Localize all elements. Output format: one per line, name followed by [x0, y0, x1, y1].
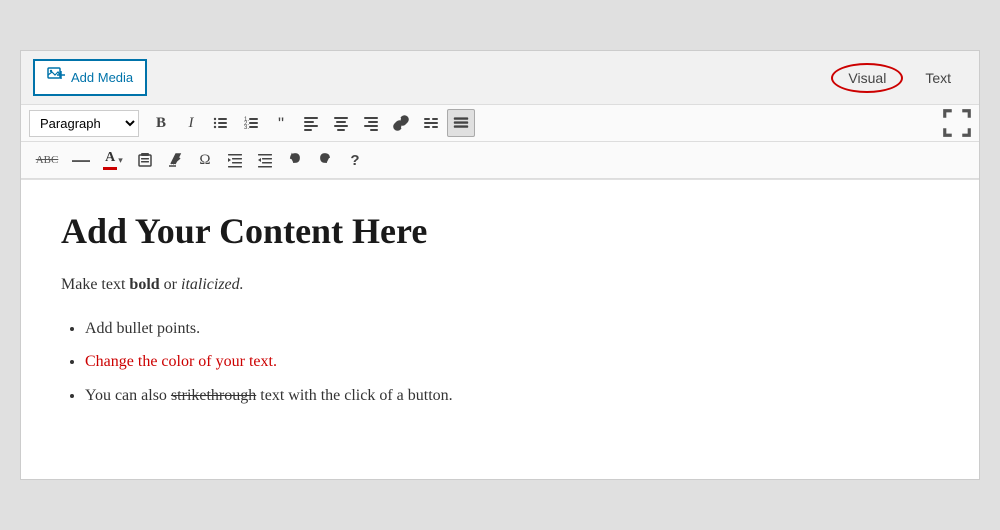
help-icon: ?	[350, 152, 359, 169]
bullet3-prefix: You can also	[85, 387, 171, 404]
clear-formatting-button[interactable]	[161, 146, 189, 174]
bold-icon: B	[156, 115, 166, 132]
blockquote-icon: "	[278, 115, 284, 132]
align-center-button[interactable]	[327, 109, 355, 137]
align-right-icon	[363, 115, 379, 131]
undo-button[interactable]	[281, 146, 309, 174]
special-chars-icon: Ω	[199, 152, 210, 169]
paragraph-select[interactable]: Paragraph Heading 1 Heading 2 Heading 3 …	[29, 110, 139, 137]
list-item-1: Add bullet points.	[85, 316, 939, 342]
read-more-button[interactable]	[417, 109, 445, 137]
indent-icon	[227, 152, 243, 168]
tab-group: Visual Text	[831, 63, 967, 93]
text-color-icon: A	[103, 150, 117, 170]
paragraph-text-2: or	[160, 276, 181, 293]
toolbar-row-2: ABC — A ▾ Ω	[21, 142, 979, 179]
text-color-button[interactable]: A ▾	[97, 146, 129, 174]
link-icon	[393, 115, 409, 131]
list-item-3: You can also strikethrough text with the…	[85, 383, 939, 409]
unordered-list-button[interactable]	[207, 109, 235, 137]
align-center-icon	[333, 115, 349, 131]
top-bar: Add Media Visual Text	[21, 51, 979, 105]
content-paragraph: Make text bold or italicized.	[61, 272, 939, 298]
content-list: Add bullet points. Change the color of y…	[85, 316, 939, 409]
svg-text:3.: 3.	[244, 125, 249, 131]
text-color-dropdown-arrow: ▾	[118, 155, 123, 166]
paste-plain-button[interactable]	[131, 146, 159, 174]
toolbar-toggle-button[interactable]	[447, 109, 475, 137]
strikethrough-icon: ABC	[36, 154, 59, 166]
ordered-list-button[interactable]: 1.2.3.	[237, 109, 265, 137]
indent-button[interactable]	[221, 146, 249, 174]
undo-icon	[287, 152, 303, 168]
horizontal-rule-icon: —	[72, 150, 90, 171]
read-more-icon	[423, 115, 439, 131]
redo-button[interactable]	[311, 146, 339, 174]
horizontal-rule-button[interactable]: —	[67, 146, 95, 174]
bullet3-suffix: text with the click of a button.	[256, 387, 452, 404]
toolbar-toggle-icon	[453, 115, 469, 131]
add-media-button[interactable]: Add Media	[33, 59, 147, 96]
outdent-icon	[257, 152, 273, 168]
paste-plain-icon	[137, 152, 153, 168]
link-button[interactable]	[387, 109, 415, 137]
special-chars-button[interactable]: Ω	[191, 146, 219, 174]
tab-visual[interactable]: Visual	[831, 63, 903, 93]
strikethrough-button[interactable]: ABC	[29, 146, 65, 174]
align-left-icon	[303, 115, 319, 131]
toolbar-row-1: Paragraph Heading 1 Heading 2 Heading 3 …	[21, 105, 979, 142]
italic-word: italicized.	[181, 276, 244, 293]
clear-formatting-icon	[167, 152, 183, 168]
add-media-icon	[47, 67, 65, 88]
bold-word: bold	[129, 276, 159, 293]
italic-button[interactable]: I	[177, 109, 205, 137]
strikethrough-word: strikethrough	[171, 387, 256, 404]
add-media-label: Add Media	[71, 70, 133, 85]
bold-button[interactable]: B	[147, 109, 175, 137]
blockquote-button[interactable]: "	[267, 109, 295, 137]
content-heading: Add Your Content Here	[61, 210, 939, 252]
fullscreen-icon	[943, 109, 971, 137]
align-right-button[interactable]	[357, 109, 385, 137]
colored-list-item: Change the color of your text.	[85, 353, 277, 370]
align-left-button[interactable]	[297, 109, 325, 137]
outdent-button[interactable]	[251, 146, 279, 174]
ordered-list-icon: 1.2.3.	[243, 115, 259, 131]
redo-icon	[317, 152, 333, 168]
help-button[interactable]: ?	[341, 146, 369, 174]
list-item-2: Change the color of your text.	[85, 349, 939, 375]
editor-content[interactable]: Add Your Content Here Make text bold or …	[21, 179, 979, 479]
editor-wrapper: Add Media Visual Text Paragraph Heading …	[20, 50, 980, 480]
italic-icon: I	[189, 115, 194, 132]
paragraph-text-1: Make text	[61, 276, 129, 293]
tab-text[interactable]: Text	[909, 64, 967, 92]
fullscreen-button[interactable]	[943, 109, 971, 137]
unordered-list-icon	[213, 115, 229, 131]
